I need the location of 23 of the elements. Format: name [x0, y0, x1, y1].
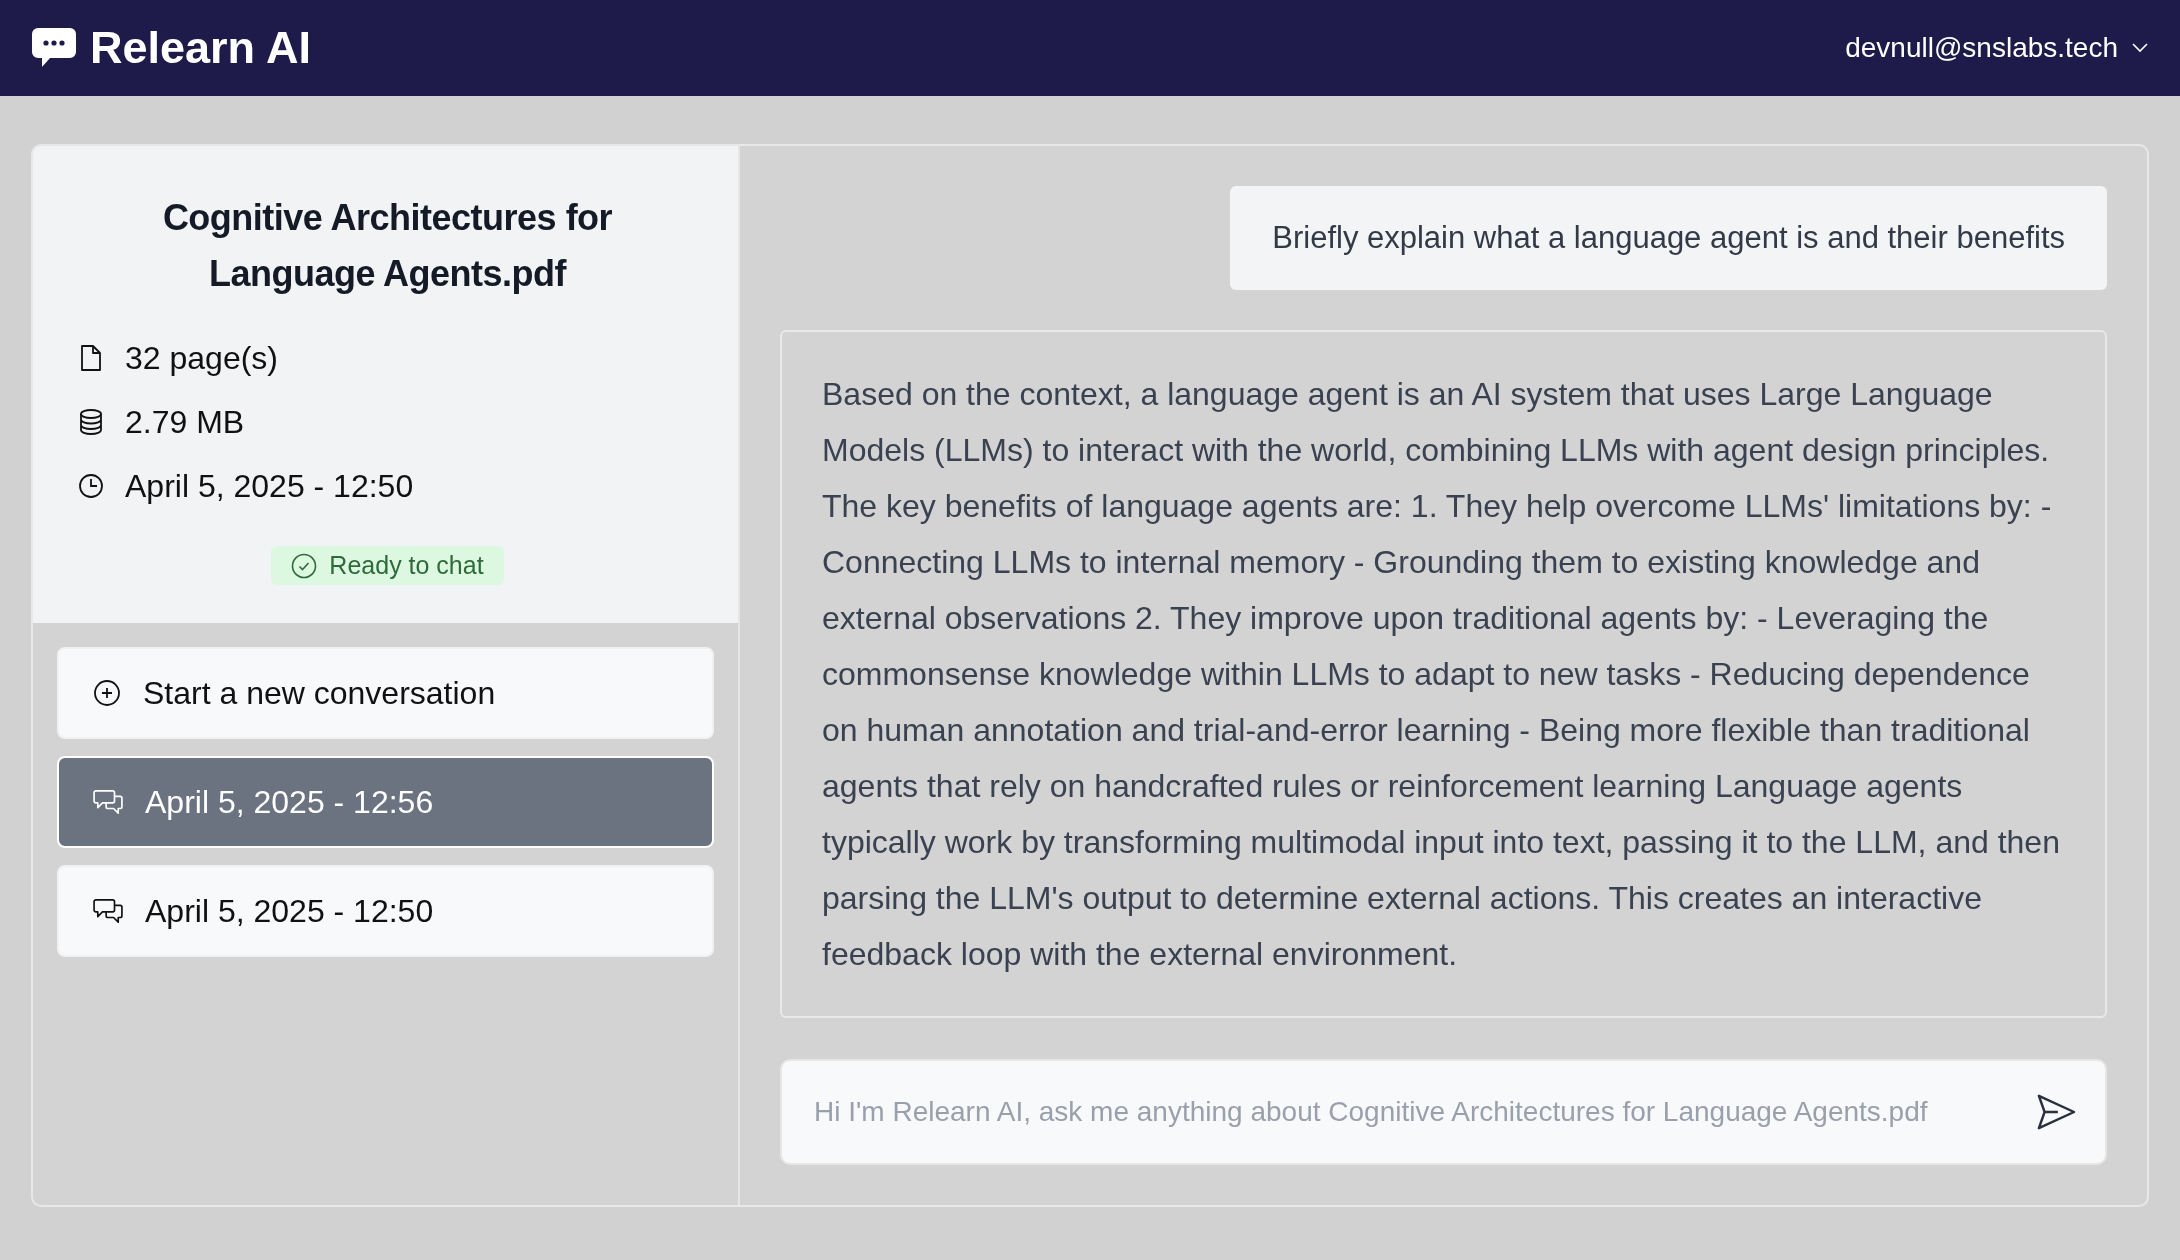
user-message: Briefly explain what a language agent is and their benefits: [1230, 186, 2107, 290]
clock-icon: [77, 473, 105, 499]
user-menu[interactable]: devnull@snslabs.tech: [1845, 32, 2148, 64]
app-name: Relearn AI: [90, 22, 311, 74]
upload-date: April 5, 2025 - 12:50: [125, 467, 414, 505]
assistant-message: Based on the context, a language agent is an AI system that uses Large Language Models (LLMs) to interact with the world, combining LLMs with agent design principles. The key benefits of language agents are: 1. They help overcome LLMs' limitations by: - Connecting LLMs to internal memory - Grounding them to existing knowledge and external observations 2. They improve upon traditional agents by: - Leveraging the commonsense knowledge within LLMs to adapt to new tasks - Reducing dependence on human annotation and trial-and-error learning - Being more flexible than traditional agents that rely on handcrafted rules or reinforcement learning Language agents typically work by transforming multimodal input into text, passing it to the LLM, and then parsing the LLM's output to determine external actions. This creates an interactive feedback loop with the external environment.: [780, 330, 2107, 1018]
new-conversation-button[interactable]: Start a new conversation: [57, 647, 714, 739]
chat-bubbles-icon: [93, 898, 123, 924]
status-badge: Ready to chat: [271, 546, 504, 585]
send-icon: [2035, 1093, 2077, 1131]
check-circle-icon: [291, 552, 318, 579]
message-field[interactable]: Hi I'm Relearn AI, ask me anything about Cognitive Architectures for Language Agents.pdf: [780, 1059, 2107, 1165]
chat-bubble-icon: [32, 28, 76, 68]
chevron-down-icon: [2132, 43, 2148, 53]
document-title: Cognitive Architectures for Language Agents.pdf: [161, 196, 614, 296]
conversation-item[interactable]: April 5, 2025 - 12:56: [57, 756, 714, 848]
conversation-item[interactable]: April 5, 2025 - 12:50: [57, 865, 714, 957]
chat-bubbles-icon: [93, 789, 123, 815]
send-button[interactable]: [2035, 1093, 2077, 1131]
database-icon: [77, 409, 105, 435]
file-size: 2.79 MB: [125, 403, 245, 441]
page-count: 32 page(s): [125, 339, 278, 377]
plus-circle-icon: [93, 679, 121, 707]
